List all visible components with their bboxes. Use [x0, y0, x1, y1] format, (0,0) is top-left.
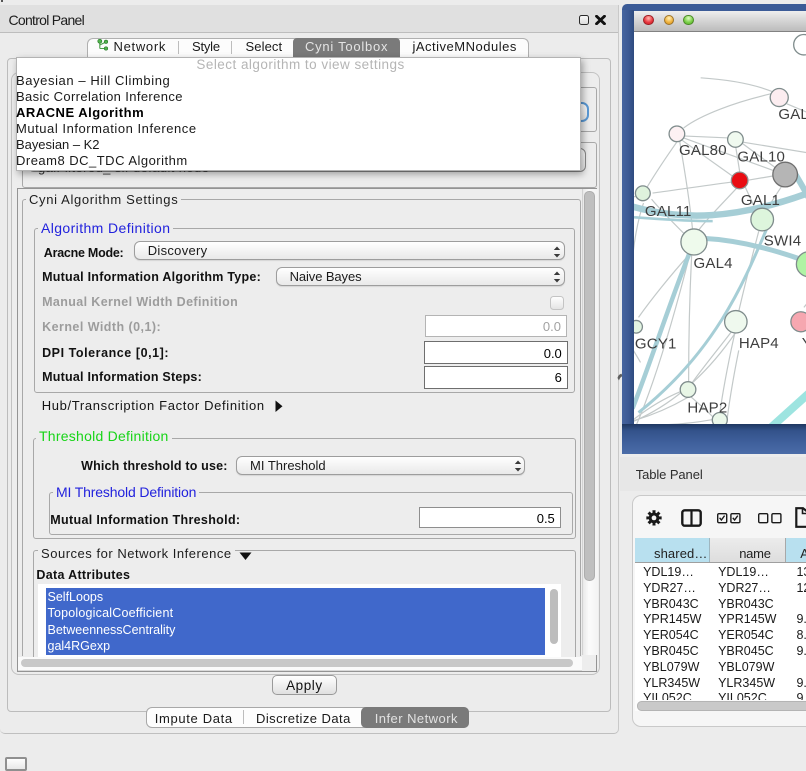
svg-text:HAP2: HAP2	[687, 400, 727, 417]
svg-text:GAL4: GAL4	[693, 255, 732, 272]
svg-text:SWI4: SWI4	[763, 233, 801, 250]
svg-text:GAL7: GAL7	[778, 106, 806, 123]
svg-text:GAL80: GAL80	[679, 142, 727, 159]
svg-text:GAL10: GAL10	[737, 149, 785, 166]
svg-text:GCY1: GCY1	[634, 336, 676, 353]
svg-text:HAP4: HAP4	[738, 335, 778, 352]
svg-text:Y: Y	[801, 335, 806, 352]
svg-text:GAL1: GAL1	[740, 192, 779, 209]
svg-text:GAL11: GAL11	[645, 203, 692, 220]
